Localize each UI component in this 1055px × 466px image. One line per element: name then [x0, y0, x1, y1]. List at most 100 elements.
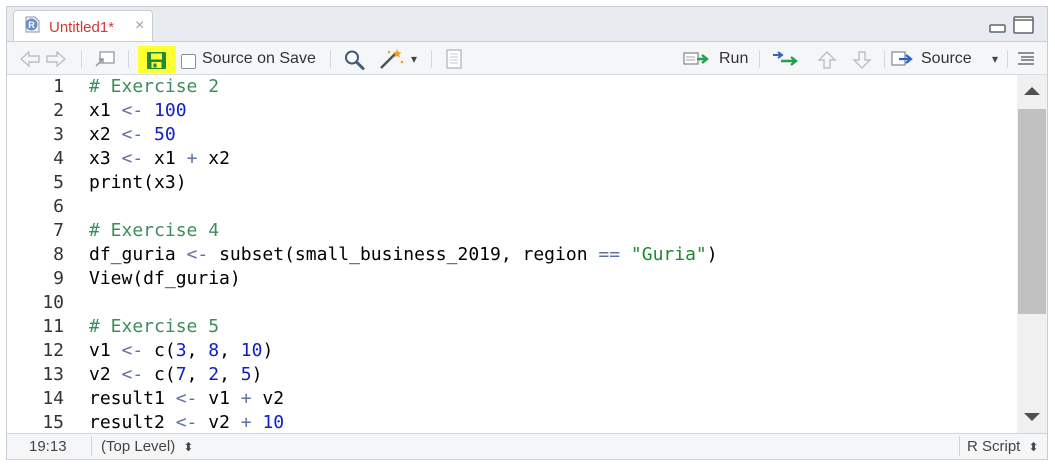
code-token: x1 [89, 100, 122, 121]
line-text: result1 <- v1 + v2 [89, 387, 284, 411]
line-number: 4 [53, 148, 64, 169]
forward-arrow-icon[interactable] [45, 51, 67, 67]
code-line[interactable]: 12 v1 <- c(3, 8, 10) [7, 339, 1015, 363]
line-number: 12 [42, 340, 64, 361]
code-line[interactable]: 11 # Exercise 5 [7, 315, 1015, 339]
run-icon [683, 52, 709, 65]
filetype-selector[interactable]: R Script ⬍ [967, 438, 1039, 455]
tab-untitled1[interactable]: R Untitled1* × [13, 10, 153, 42]
line-text: result2 <- v2 + 10 [89, 411, 284, 435]
line-number: 7 [53, 220, 64, 241]
code-token: + [186, 148, 198, 169]
source-button[interactable]: Source [891, 42, 972, 76]
toolbar-separator [330, 50, 331, 68]
line-text: # Exercise 2 [89, 75, 219, 99]
code-token: 50 [154, 124, 176, 145]
scope-label: (Top Level) [101, 438, 176, 455]
line-number: 10 [42, 292, 64, 313]
code-line[interactable]: 2 x1 <- 100 [7, 99, 1015, 123]
code-line[interactable]: 8 df_guria <- subset(small_business_2019,… [7, 243, 1015, 267]
code-token: print(x3) [89, 172, 187, 193]
r-file-icon: R [25, 16, 40, 33]
code-token: "Guria" [630, 244, 707, 265]
editor-pane: R Untitled1* × Source on Save ▾ Run Sour… [6, 6, 1048, 460]
vertical-scrollbar[interactable] [1017, 75, 1047, 433]
source-icon [891, 51, 913, 66]
code-line[interactable]: 3 x2 <- 50 [7, 123, 1015, 147]
code-editor[interactable]: 1 # Exercise 2 2 x1 <- 100 3 x2 <- 50 4 x3 <- x… [7, 75, 1047, 433]
line-text: x3 <- x1 + x2 [89, 147, 230, 171]
line-text: print(x3) [89, 171, 187, 195]
code-token: View(df_guria) [89, 268, 241, 289]
code-line[interactable]: 5 print(x3) [7, 171, 1015, 195]
line-text: # Exercise 4 [89, 219, 219, 243]
status-bar: 19:13 (Top Level) ⬍ R Script ⬍ [7, 433, 1047, 459]
minimize-icon[interactable] [989, 22, 1006, 34]
code-line[interactable]: 4 x3 <- x1 + x2 [7, 147, 1015, 171]
toolbar-separator [81, 50, 82, 68]
scope-selector[interactable]: (Top Level) ⬍ [101, 438, 193, 455]
save-icon[interactable] [146, 51, 167, 70]
code-token: v1 [197, 388, 241, 409]
outline-icon[interactable] [1017, 51, 1035, 65]
code-token: <- [121, 148, 144, 169]
line-number: 9 [53, 268, 64, 289]
code-line[interactable]: 10 [7, 291, 1015, 315]
source-on-save-checkbox[interactable]: Source on Save [181, 42, 316, 76]
code-token: v2 [197, 412, 241, 433]
line-number: 8 [53, 244, 64, 265]
line-number: 2 [53, 100, 64, 121]
code-token: df_guria [89, 244, 187, 265]
code-token: c( [143, 340, 176, 361]
code-token: <- [121, 100, 144, 121]
compile-notebook-icon[interactable] [444, 49, 464, 69]
up-arrow-icon[interactable] [817, 50, 837, 70]
code-token: # Exercise 2 [89, 76, 220, 97]
code-token: x1 [143, 148, 187, 169]
line-number: 11 [42, 316, 64, 337]
magic-wand-icon[interactable] [377, 48, 405, 70]
toolbar-separator [128, 50, 129, 68]
cursor-position: 19:13 [29, 438, 67, 455]
code-line[interactable]: 6 [7, 195, 1015, 219]
close-icon[interactable]: × [135, 17, 144, 35]
filetype-label: R Script [967, 438, 1021, 455]
code-token: # Exercise 4 [89, 220, 220, 241]
search-icon[interactable] [343, 49, 365, 70]
code-line[interactable]: 7 # Exercise 4 [7, 219, 1015, 243]
line-number: 13 [42, 364, 64, 385]
down-arrow-icon[interactable] [852, 50, 872, 70]
maximize-icon[interactable] [1013, 16, 1034, 34]
chevron-down-icon[interactable]: ▾ [411, 42, 417, 76]
status-separator [959, 436, 960, 456]
scroll-down-arrow-icon[interactable] [1024, 413, 1040, 421]
line-text: # Exercise 5 [89, 315, 219, 339]
scroll-up-arrow-icon[interactable] [1024, 87, 1040, 95]
code-line[interactable]: 14 result1 <- v1 + v2 [7, 387, 1015, 411]
rerun-icon[interactable] [771, 50, 801, 66]
line-text: v1 <- c(3, 8, 10) [89, 339, 273, 363]
code-line[interactable]: 1 # Exercise 2 [7, 75, 1015, 99]
line-text: View(df_guria) [89, 267, 241, 291]
run-button[interactable]: Run [683, 42, 748, 76]
run-label: Run [719, 50, 749, 67]
r-badge: R [28, 20, 35, 30]
back-arrow-icon[interactable] [19, 51, 41, 67]
source-dropdown-chevron-icon[interactable]: ▾ [992, 42, 998, 76]
updown-arrows-icon: ⬍ [1028, 440, 1039, 454]
checkbox[interactable] [181, 53, 196, 69]
scrollbar-thumb[interactable] [1018, 109, 1046, 314]
show-in-window-icon[interactable] [94, 50, 116, 68]
code-token: 10 [240, 340, 263, 361]
code-token: v2 [251, 388, 285, 409]
code-token: subset(small_business_2019, region [208, 244, 599, 265]
code-line[interactable]: 15 result2 <- v2 + 10 [7, 411, 1015, 435]
code-token: v1 [89, 340, 122, 361]
code-line[interactable]: 13 v2 <- c(7, 2, 5) [7, 363, 1015, 387]
code-token: result2 [89, 412, 176, 433]
code-line[interactable]: 9 View(df_guria) [7, 267, 1015, 291]
line-number: 1 [53, 76, 64, 97]
